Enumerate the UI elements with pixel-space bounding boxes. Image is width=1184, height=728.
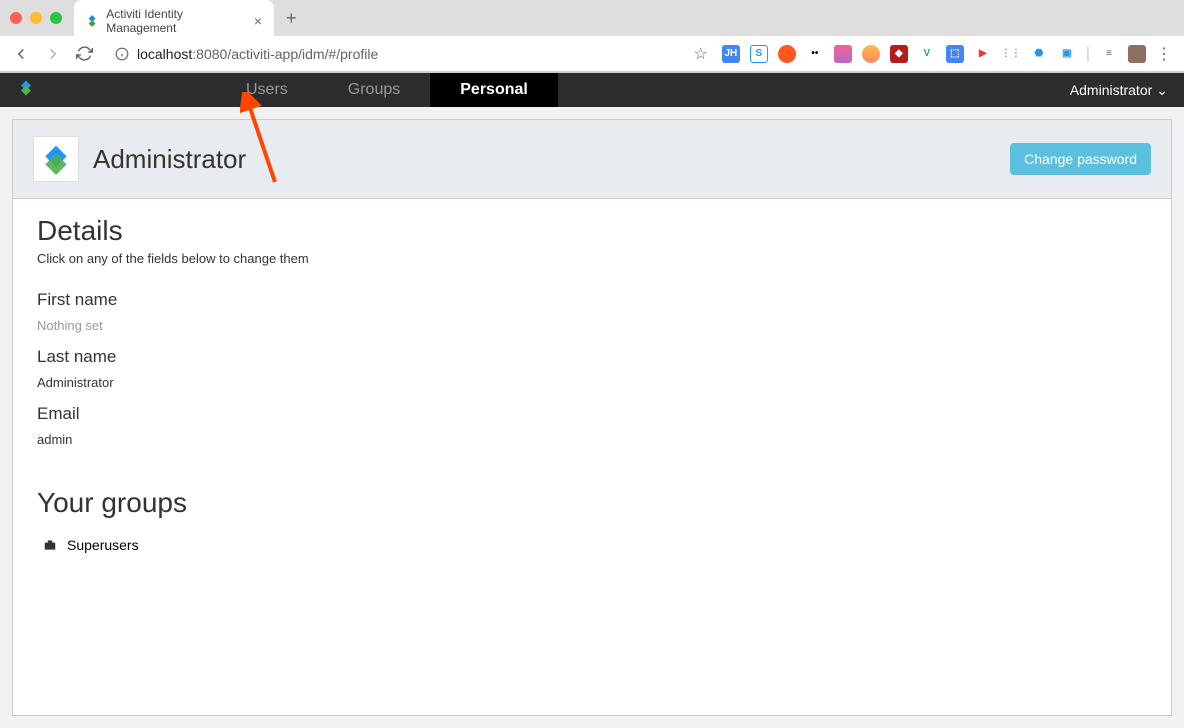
url-host: localhost bbox=[137, 46, 192, 62]
back-button[interactable] bbox=[12, 45, 30, 63]
browser-menu-icon[interactable]: ⋮ bbox=[1156, 44, 1172, 64]
window-minimize-button[interactable] bbox=[30, 12, 42, 24]
tab-title: Activiti Identity Management bbox=[106, 7, 238, 35]
profile-avatar bbox=[33, 136, 79, 182]
browser-tab-bar: Activiti Identity Management × + bbox=[0, 0, 1184, 36]
card-body: Details Click on any of the fields below… bbox=[13, 199, 1171, 573]
content-wrapper: Administrator Change password Details Cl… bbox=[0, 107, 1184, 728]
extension-icon[interactable]: S bbox=[750, 45, 768, 63]
window-controls bbox=[10, 12, 62, 24]
first-name-value[interactable]: Nothing set bbox=[37, 318, 1147, 333]
app-navbar: Users Groups Personal Administrator ⌄ bbox=[0, 73, 1184, 107]
user-menu[interactable]: Administrator ⌄ bbox=[1070, 82, 1168, 99]
user-avatar[interactable] bbox=[1128, 45, 1146, 63]
extension-icon[interactable]: ▶ bbox=[974, 45, 992, 63]
reading-list-icon[interactable]: ≡ bbox=[1100, 45, 1118, 63]
forward-button[interactable] bbox=[44, 45, 62, 63]
browser-tab[interactable]: Activiti Identity Management × bbox=[74, 0, 274, 42]
tab-close-button[interactable]: × bbox=[254, 13, 262, 29]
app-logo[interactable] bbox=[16, 78, 36, 103]
user-menu-label: Administrator bbox=[1070, 82, 1152, 98]
bookmark-star-icon[interactable]: ☆ bbox=[694, 44, 708, 64]
card-header: Administrator Change password bbox=[13, 120, 1171, 199]
url-input[interactable]: localhost:8080/activiti-app/idm/#/profil… bbox=[107, 42, 680, 66]
first-name-label: First name bbox=[37, 290, 1147, 310]
nav-tab-users[interactable]: Users bbox=[216, 73, 318, 107]
groups-section-title: Your groups bbox=[37, 487, 1147, 519]
extension-icon[interactable] bbox=[778, 45, 796, 63]
extension-icon[interactable]: V bbox=[918, 45, 936, 63]
extension-icon[interactable]: •• bbox=[806, 45, 824, 63]
extension-icon[interactable]: ⬚ bbox=[946, 45, 964, 63]
nav-tab-groups[interactable]: Groups bbox=[318, 73, 430, 107]
window-close-button[interactable] bbox=[10, 12, 22, 24]
extension-icons: JH S •• ◆ V ⬚ ▶ ⋮⋮ ⬣ ▣ | ≡ ⋮ bbox=[722, 44, 1172, 64]
extension-icon[interactable] bbox=[834, 45, 852, 63]
reload-button[interactable] bbox=[76, 45, 93, 62]
details-section-hint: Click on any of the fields below to chan… bbox=[37, 251, 1147, 266]
extension-icon[interactable]: ◆ bbox=[890, 45, 908, 63]
url-port: :8080 bbox=[192, 46, 227, 62]
browser-chrome: Activiti Identity Management × + localho… bbox=[0, 0, 1184, 73]
extension-icon[interactable]: ⬣ bbox=[1030, 45, 1048, 63]
extension-icon[interactable]: JH bbox=[722, 45, 740, 63]
url-path: /activiti-app/idm/#/profile bbox=[227, 46, 378, 62]
extension-icon[interactable] bbox=[862, 45, 880, 63]
briefcase-icon bbox=[43, 538, 57, 552]
last-name-label: Last name bbox=[37, 347, 1147, 367]
group-item: Superusers bbox=[37, 533, 1147, 557]
profile-card: Administrator Change password Details Cl… bbox=[12, 119, 1172, 716]
tab-favicon bbox=[86, 14, 98, 28]
email-value[interactable]: admin bbox=[37, 432, 1147, 447]
window-maximize-button[interactable] bbox=[50, 12, 62, 24]
nav-tab-personal[interactable]: Personal bbox=[430, 73, 558, 107]
site-info-icon bbox=[115, 47, 129, 61]
new-tab-button[interactable]: + bbox=[286, 8, 297, 29]
extension-icon[interactable]: ⋮⋮ bbox=[1002, 45, 1020, 63]
profile-title: Administrator bbox=[93, 144, 246, 175]
details-section-title: Details bbox=[37, 215, 1147, 247]
group-name: Superusers bbox=[67, 537, 139, 553]
extension-icon[interactable]: ▣ bbox=[1058, 45, 1076, 63]
email-label: Email bbox=[37, 404, 1147, 424]
chevron-down-icon: ⌄ bbox=[1156, 82, 1168, 99]
last-name-value[interactable]: Administrator bbox=[37, 375, 1147, 390]
address-bar: localhost:8080/activiti-app/idm/#/profil… bbox=[0, 36, 1184, 72]
change-password-button[interactable]: Change password bbox=[1010, 143, 1151, 175]
